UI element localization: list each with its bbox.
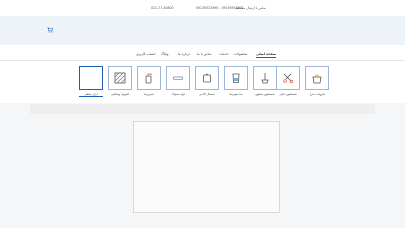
category-sprays[interactable]: اسپری‌ها — [137, 66, 161, 96]
category-flooring[interactable]: کفپوش بهداشتی — [108, 66, 132, 96]
category-label: ملزومات منزل — [309, 93, 325, 96]
cart-icon[interactable] — [47, 27, 53, 33]
phone-number[interactable]: 021-77-40800 — [151, 6, 174, 10]
category-surface-cleaning[interactable]: شستشوی سطوح — [253, 66, 277, 96]
empty-box-icon — [79, 66, 103, 90]
category-row: ابزار خیاطی کفپوش بهداشتی اسپری‌ها لوله … — [0, 61, 405, 101]
category-label: ابزار خیاطی — [79, 93, 103, 97]
category-label: دستمال کاغذی — [199, 93, 215, 96]
nav-home[interactable]: صفحه اصلی — [256, 52, 277, 58]
category-home-supplies[interactable]: ملزومات منزل — [305, 66, 329, 96]
contact-label: تماس با ارسال مستقیم — [235, 6, 267, 10]
nav-account[interactable]: حساب کاربری — [136, 52, 156, 56]
scissors-icon — [276, 66, 300, 90]
nav-blog[interactable]: وبلاگ — [161, 52, 168, 56]
category-label: شستشوی لباس — [279, 93, 297, 96]
category-label: کفپوش بهداشتی — [111, 93, 129, 96]
tissue-icon — [195, 66, 219, 90]
mop-icon — [253, 66, 277, 90]
bottle-icon — [224, 66, 248, 90]
category-toothpaste-tube[interactable]: لوله مسواک — [166, 66, 190, 96]
content-panel — [133, 121, 280, 213]
category-label: ضدعفونی‌ها — [229, 93, 243, 96]
category-disinfectants[interactable]: ضدعفونی‌ها — [224, 66, 248, 96]
spray-icon — [137, 66, 161, 90]
nav-about[interactable]: درباره ما — [178, 52, 190, 56]
tube-icon — [166, 66, 190, 90]
category-sewing-tools[interactable]: ابزار خیاطی — [79, 66, 103, 97]
content-strip — [30, 104, 375, 114]
header-banner — [0, 16, 405, 45]
top-bar: 021-77-40800 09126322990 - 09195976601 ت… — [0, 0, 405, 16]
main-nav: حساب کاربری وبلاگ درباره ما تماس با ما خ… — [0, 50, 405, 60]
tile-icon — [108, 66, 132, 90]
nav-contact[interactable]: تماس با ما — [197, 52, 212, 56]
category-label: شستشوی سطوح — [255, 93, 275, 96]
category-label: لوله مسواک — [171, 93, 185, 96]
nav-services[interactable]: خدمات — [219, 52, 229, 56]
category-tissue[interactable]: دستمال کاغذی — [195, 66, 219, 96]
nav-products[interactable]: محصولات — [234, 52, 247, 56]
bag-icon — [305, 66, 329, 90]
category-label: اسپری‌ها — [144, 93, 154, 96]
category-laundry[interactable]: شستشوی لباس — [276, 66, 300, 96]
